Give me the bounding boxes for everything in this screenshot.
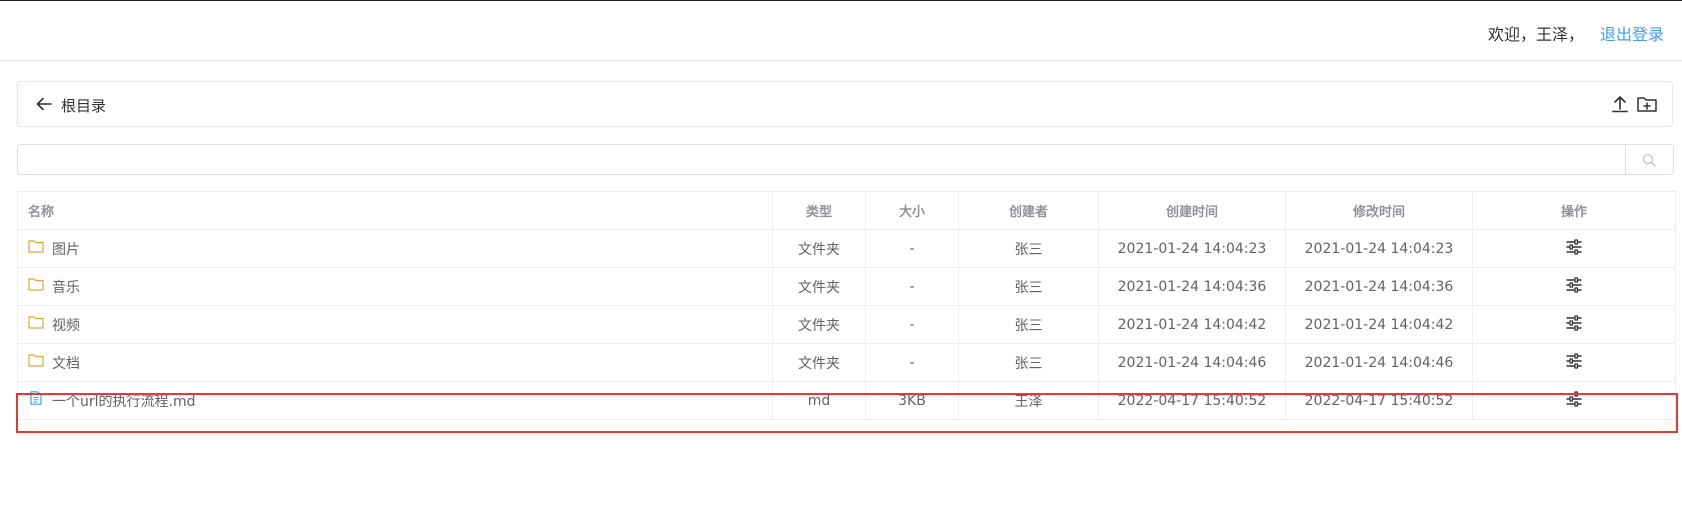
top-header: 欢迎，王泽， 退出登录 [0,1,1682,61]
column-header-modified[interactable]: 修改时间 [1285,191,1473,230]
cell-created: 2021-01-24 14:04:46 [1098,343,1286,382]
cell-creator: 张三 [958,305,1099,344]
column-header-type[interactable]: 类型 [772,191,866,230]
sliders-icon[interactable] [1565,314,1583,331]
cell-name[interactable]: 音乐 [17,267,773,306]
cell-type: 文件夹 [772,267,866,306]
cell-creator: 张三 [958,343,1099,382]
cell-type: 文件夹 [772,229,866,268]
cell-actions [1472,229,1676,268]
column-header-actions: 操作 [1472,191,1676,230]
logout-link[interactable]: 退出登录 [1600,25,1664,44]
cell-modified: 2022-04-17 15:40:52 [1285,381,1473,420]
cell-actions [1472,343,1676,382]
file-name[interactable]: 文档 [52,356,80,372]
cell-type: md [772,381,866,420]
cell-modified: 2021-01-24 14:04:46 [1285,343,1473,382]
search-icon [1642,153,1656,167]
arrow-left-icon[interactable] [35,95,53,113]
table-row[interactable]: 文档 文件夹 - 张三 2021-01-24 14:04:46 2021-01-24 14… [17,343,1676,382]
cell-size: - [865,229,959,268]
column-header-creator[interactable]: 创建者 [958,191,1099,230]
document-icon [30,390,42,405]
sliders-icon[interactable] [1565,276,1583,293]
cell-modified: 2021-01-24 14:04:23 [1285,229,1473,268]
cell-type: 文件夹 [772,343,866,382]
file-table: 名称 类型 大小 创建者 创建时间 修改时间 操作 图片 文件夹 - 张三 2021-0… [17,191,1676,420]
sliders-icon[interactable] [1565,352,1583,369]
cell-actions [1472,305,1676,344]
table-header-row: 名称 类型 大小 创建者 创建时间 修改时间 操作 [17,191,1676,230]
cell-created: 2022-04-17 15:40:52 [1098,381,1286,420]
cell-creator: 张三 [958,267,1099,306]
folder-icon [28,315,44,329]
welcome-text: 欢迎，王泽， [1487,25,1584,44]
user-welcome: 欢迎，王泽， 退出登录 [1488,21,1664,45]
cell-name[interactable]: 文档 [17,343,773,382]
cell-created: 2021-01-24 14:04:42 [1098,305,1286,344]
table-row[interactable]: 视频 文件夹 - 张三 2021-01-24 14:04:42 2021-01-24 14… [17,305,1676,344]
cell-creator: 张三 [958,229,1099,268]
file-name[interactable]: 一个url的执行流程.md [52,394,196,410]
cell-size: - [865,305,959,344]
folder-icon [28,277,44,291]
cell-size: - [865,343,959,382]
cell-actions [1472,381,1676,420]
sliders-icon[interactable] [1565,390,1583,407]
table-row[interactable]: 一个url的执行流程.md md 3KB 王泽 2022-04-17 15:40:52 2… [17,381,1676,420]
breadcrumb-current[interactable]: 根目录 [61,95,106,116]
cell-name[interactable]: 视频 [17,305,773,344]
cell-created: 2021-01-24 14:04:23 [1098,229,1286,268]
file-name[interactable]: 音乐 [52,280,80,296]
search-field[interactable] [17,144,1626,175]
cell-creator: 王泽 [958,381,1099,420]
table-row[interactable]: 图片 文件夹 - 张三 2021-01-24 14:04:23 2021-01-24 14… [17,229,1676,268]
cell-size: - [865,267,959,306]
file-name[interactable]: 图片 [52,242,80,258]
column-header-name[interactable]: 名称 [17,191,773,230]
search-input[interactable] [18,145,1625,174]
cell-size: 3KB [865,381,959,420]
folder-add-icon[interactable] [1636,94,1658,114]
column-header-size[interactable]: 大小 [865,191,959,230]
table-row[interactable]: 音乐 文件夹 - 张三 2021-01-24 14:04:36 2021-01-24 14… [17,267,1676,306]
cell-name[interactable]: 一个url的执行流程.md [17,381,773,420]
cell-modified: 2021-01-24 14:04:42 [1285,305,1473,344]
file-name[interactable]: 视频 [52,318,80,334]
search-button[interactable] [1626,144,1674,175]
upload-icon[interactable] [1610,94,1630,114]
column-header-created[interactable]: 创建时间 [1098,191,1286,230]
path-bar: 根目录 [17,81,1673,127]
cell-actions [1472,267,1676,306]
cell-name[interactable]: 图片 [17,229,773,268]
cell-created: 2021-01-24 14:04:36 [1098,267,1286,306]
sliders-icon[interactable] [1565,238,1583,255]
cell-type: 文件夹 [772,305,866,344]
folder-icon [28,353,44,367]
folder-icon [28,239,44,253]
cell-modified: 2021-01-24 14:04:36 [1285,267,1473,306]
